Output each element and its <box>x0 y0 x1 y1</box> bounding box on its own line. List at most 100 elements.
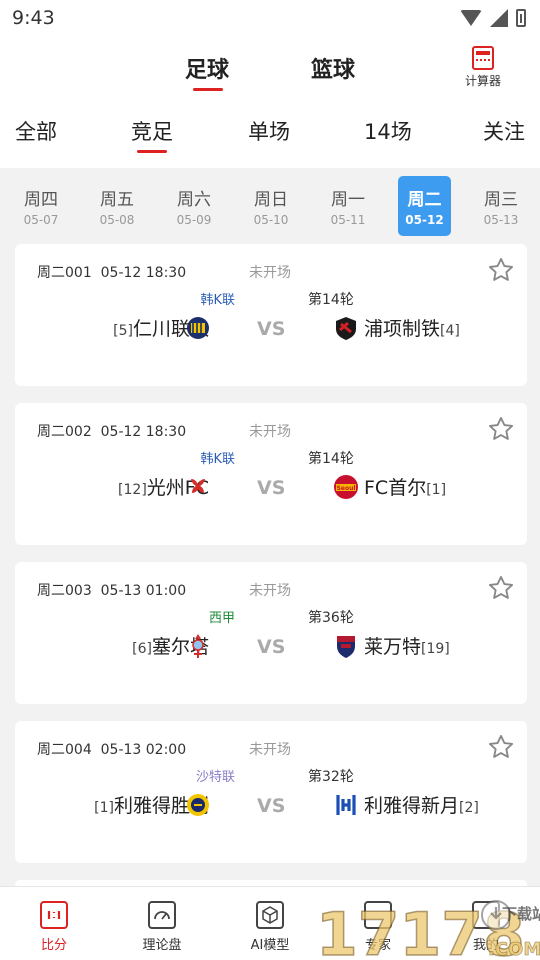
scores-icon <box>40 901 68 929</box>
star-icon[interactable] <box>487 415 515 443</box>
tab-follow-label: 关注 <box>483 120 525 144</box>
gauge-icon <box>148 901 176 929</box>
match-card[interactable]: 周二004 05-13 02:00 未开场 沙特联 第32轮 [1]利雅得胜利 … <box>15 721 527 863</box>
nav-scores-label: 比分 <box>40 938 67 953</box>
away-rank: [2] <box>459 800 479 816</box>
active-tab-indicator <box>193 88 223 91</box>
match-state: 未开场 <box>249 583 291 599</box>
day-name: 周五 <box>100 190 134 210</box>
day-tab[interactable]: 周五 05-08 <box>90 176 144 236</box>
day-tab[interactable]: 周日 05-10 <box>244 176 298 236</box>
tab-single-label: 单场 <box>248 120 290 144</box>
away-rank: [1] <box>426 482 447 498</box>
day-tab[interactable]: 周六 05-09 <box>167 176 221 236</box>
round-label: 第36轮 <box>308 610 354 626</box>
home-rank: [1] <box>94 800 114 816</box>
vs-label: VS <box>257 795 286 817</box>
site-watermark-logo: 17178 .COM 下载站 <box>316 899 540 960</box>
match-state: 未开场 <box>249 742 291 758</box>
tab-basketball-label: 篮球 <box>311 58 356 83</box>
status-icons <box>460 9 526 27</box>
tab-follow[interactable]: 关注 <box>483 116 525 146</box>
away-name: FC首尔 <box>364 477 427 499</box>
status-time: 9:43 <box>12 7 55 29</box>
day-tab[interactable]: 周四 05-07 <box>14 176 68 236</box>
vs-label: VS <box>257 318 286 340</box>
league-label: 韩K联 <box>200 293 235 308</box>
star-icon[interactable] <box>487 574 515 602</box>
away-name: 利雅得新月 <box>364 795 460 817</box>
home-rank: [12] <box>118 482 147 498</box>
round-label: 第14轮 <box>308 292 354 308</box>
tab-jingzu-label: 竞足 <box>131 120 173 144</box>
star-icon[interactable] <box>487 256 515 284</box>
battery-icon <box>516 9 526 27</box>
day-name: 周四 <box>24 190 58 210</box>
status-bar: 9:43 <box>0 0 540 36</box>
levante-logo-icon <box>337 636 355 658</box>
day-name: 周六 <box>177 190 211 210</box>
home-rank: [6] <box>132 641 152 657</box>
league-label: 沙特联 <box>195 770 235 785</box>
sport-header: 足球 篮球 计算器 <box>0 36 540 100</box>
cube-icon <box>256 901 284 929</box>
al-hilal-logo-icon <box>336 795 356 815</box>
calculator-icon <box>472 46 494 70</box>
celta-logo-icon <box>192 634 204 658</box>
tab-all[interactable]: 全部 <box>15 116 57 146</box>
tab-basketball[interactable]: 篮球 <box>311 52 355 84</box>
match-state: 未开场 <box>249 424 291 440</box>
tab-14[interactable]: 14场 <box>364 116 412 146</box>
active-tab-indicator <box>137 150 167 153</box>
tab-single[interactable]: 单场 <box>248 116 290 146</box>
watermark-suffix: .COM <box>488 939 540 960</box>
category-tabs: 全部 竞足 单场 14场 关注 <box>0 100 540 168</box>
match-state: 未开场 <box>249 265 291 281</box>
incheon-logo-icon <box>187 317 209 339</box>
day-name: 周一 <box>331 190 365 210</box>
gwangju-logo-icon <box>191 479 205 493</box>
signal-icon <box>490 9 508 27</box>
match-code: 周二004 <box>37 742 92 758</box>
star-icon[interactable] <box>487 733 515 761</box>
day-date: 05-11 <box>330 213 366 227</box>
wifi-icon <box>460 10 482 26</box>
pohang-logo-icon <box>336 317 356 340</box>
tab-14-label: 14场 <box>364 120 412 144</box>
match-time: 05-12 18:30 <box>100 424 187 440</box>
match-code: 周二003 <box>37 583 92 599</box>
day-name: 周二 <box>407 190 442 210</box>
nav-scores[interactable]: 比分 <box>14 901 94 953</box>
match-code: 周二002 <box>37 424 92 440</box>
match-code-time: 周二003 05-13 01:00 <box>37 580 186 600</box>
tab-football[interactable]: 足球 <box>185 52 229 91</box>
day-name: 周三 <box>484 190 518 210</box>
away-team: FC首尔[1] <box>364 473 446 500</box>
day-tabs: 周四 05-07 周五 05-08 周六 05-09 周日 05-10 周一 0… <box>0 176 540 238</box>
home-rank: [5] <box>113 323 133 339</box>
match-card[interactable]: 周二003 05-13 01:00 未开场 西甲 第36轮 [6]塞尔塔 VS … <box>15 562 527 704</box>
day-tab-active[interactable]: 周二 05-12 <box>398 176 451 236</box>
nav-ai-model[interactable]: AI模型 <box>230 901 310 953</box>
nav-theory[interactable]: 理论盘 <box>122 901 202 953</box>
day-tab[interactable]: 周三 05-13 <box>474 176 528 236</box>
league-label: 西甲 <box>208 611 235 626</box>
watermark-badge: 下载站 <box>502 905 540 923</box>
match-time: 05-13 02:00 <box>100 742 187 758</box>
round-label: 第32轮 <box>308 769 354 785</box>
away-team: 莱万特[19] <box>364 632 450 659</box>
tab-jingzu[interactable]: 竞足 <box>131 116 173 153</box>
match-time: 05-12 18:30 <box>100 265 187 281</box>
calculator-button[interactable]: 计算器 <box>460 46 506 89</box>
fc-seoul-logo-icon: Seoul <box>334 475 358 499</box>
day-tab[interactable]: 周一 05-11 <box>321 176 375 236</box>
away-team: 浦项制铁[4] <box>364 314 460 341</box>
match-card[interactable]: 周二001 05-12 18:30 未开场 韩K联 第14轮 [5]仁川联队 V… <box>15 244 527 386</box>
day-date: 05-07 <box>23 213 59 227</box>
calculator-label: 计算器 <box>464 74 501 88</box>
day-date: 05-09 <box>176 213 212 227</box>
match-code-time: 周二001 05-12 18:30 <box>37 262 186 282</box>
match-card[interactable]: 周二002 05-12 18:30 未开场 韩K联 第14轮 [12]光州FC … <box>15 403 527 545</box>
tab-all-label: 全部 <box>15 120 57 144</box>
match-time: 05-13 01:00 <box>100 583 187 599</box>
